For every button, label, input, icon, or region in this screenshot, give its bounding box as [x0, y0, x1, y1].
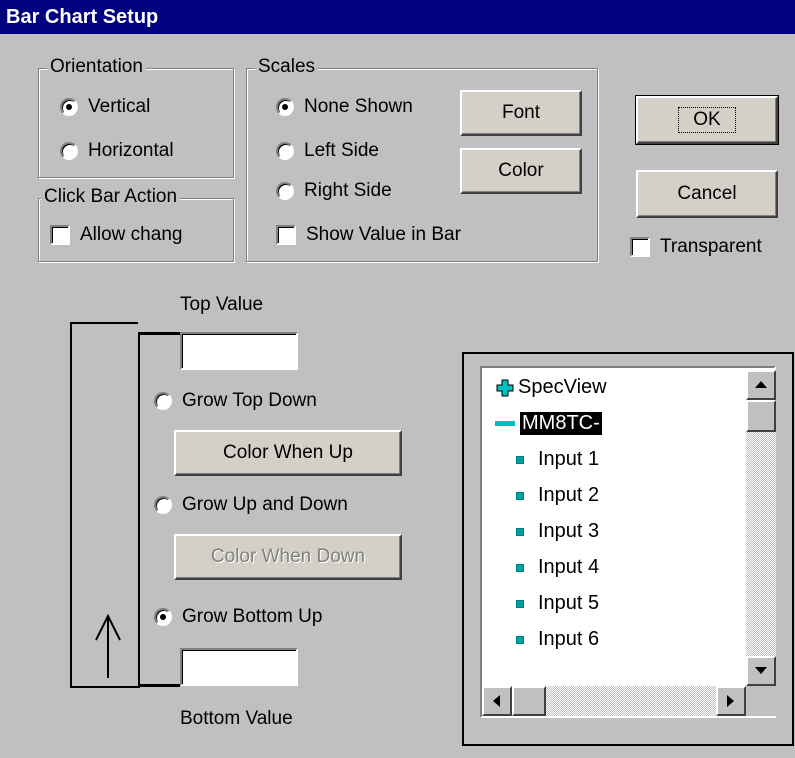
transparent-checkbox[interactable]: Transparent: [630, 236, 762, 258]
checkbox-indicator: [630, 237, 650, 257]
leaf-node-icon: [516, 527, 524, 536]
window-title: Bar Chart Setup: [6, 6, 159, 28]
scroll-left-button[interactable]: [482, 686, 512, 716]
bar-outline-left: [70, 322, 72, 688]
radio-indicator: [154, 496, 172, 514]
click-bar-action-group-label: Click Bar Action: [41, 187, 181, 207]
scales-left-side-radio[interactable]: Left Side: [276, 140, 379, 162]
window-title-bar[interactable]: Bar Chart Setup: [0, 0, 795, 34]
radio-indicator: [276, 142, 294, 160]
scroll-up-button[interactable]: [746, 370, 776, 400]
show-value-in-bar-checkbox[interactable]: Show Value in Bar: [276, 224, 461, 246]
tree-item-input[interactable]: Input 5: [512, 592, 599, 615]
tree-item-label: Input 1: [538, 448, 600, 470]
checkbox-label: Show Value in Bar: [306, 224, 461, 245]
leaf-node-icon: [516, 599, 524, 608]
tree-item-device[interactable]: MM8TC-: [494, 412, 602, 435]
scales-group-label: Scales: [255, 57, 319, 77]
tree-item-input[interactable]: Input 2: [512, 484, 599, 507]
tree-item-specview[interactable]: SpecView: [496, 376, 607, 399]
orientation-group-label: Orientation: [47, 57, 146, 77]
scales-right-side-radio[interactable]: Right Side: [276, 180, 392, 202]
orientation-vertical-radio[interactable]: Vertical: [60, 96, 150, 118]
tree-item-input[interactable]: Input 4: [512, 556, 599, 579]
orientation-horizontal-radio[interactable]: Horizontal: [60, 140, 174, 162]
grow-bottom-up-radio[interactable]: Grow Bottom Up: [154, 606, 322, 628]
tree-item-label: SpecView: [518, 376, 607, 398]
radio-label: Vertical: [88, 96, 151, 117]
radio-indicator: [154, 608, 172, 626]
vertical-scroll-thumb[interactable]: [746, 400, 776, 432]
bottom-value-connector: [138, 684, 180, 687]
radio-label: Horizontal: [88, 140, 174, 161]
radio-label: Right Side: [304, 180, 392, 201]
tree-item-label: MM8TC-: [520, 412, 602, 435]
arrow-left-icon: [493, 695, 500, 707]
leaf-node-icon: [516, 491, 524, 500]
font-button[interactable]: Font: [460, 90, 582, 136]
leaf-node-icon: [516, 635, 524, 644]
plus-icon: [496, 379, 514, 396]
grow-up-and-down-radio[interactable]: Grow Up and Down: [154, 494, 348, 516]
tree-item-label: Input 3: [538, 520, 600, 542]
tree-item-label: Input 5: [538, 592, 600, 614]
ok-button[interactable]: OK: [635, 95, 779, 145]
scrollbar-corner: [746, 686, 776, 716]
tree-item-input[interactable]: Input 6: [512, 628, 599, 651]
bottom-value-label: Bottom Value: [180, 708, 293, 729]
tree-item-label: Input 2: [538, 484, 600, 506]
color-button-label: Color: [498, 160, 544, 181]
horizontal-scroll-thumb[interactable]: [512, 686, 546, 716]
tree-item-label: Input 6: [538, 628, 600, 650]
font-button-label: Font: [501, 102, 541, 123]
color-button[interactable]: Color: [460, 148, 582, 194]
scales-none-shown-radio[interactable]: None Shown: [276, 96, 413, 118]
radio-label: Grow Up and Down: [182, 494, 348, 515]
radio-label: Left Side: [304, 140, 379, 161]
bar-outline-top: [70, 322, 138, 324]
checkbox-indicator: [50, 225, 70, 245]
allow-change-checkbox[interactable]: Allow chang: [50, 224, 228, 246]
checkbox-label: Allow chang: [80, 224, 183, 245]
arrow-right-icon: [727, 695, 734, 707]
cancel-button-label: Cancel: [677, 183, 737, 204]
bottom-value-input[interactable]: [180, 648, 298, 686]
top-value-connector: [138, 332, 180, 335]
checkbox-label: Transparent: [660, 236, 762, 257]
ok-button-label: OK: [678, 107, 736, 133]
radio-indicator: [154, 392, 172, 410]
arrow-down-icon: [755, 667, 767, 674]
radio-label: None Shown: [304, 96, 413, 117]
color-when-up-button[interactable]: Color When Up: [174, 430, 402, 476]
color-when-up-label: Color When Up: [223, 442, 353, 463]
checkbox-indicator: [276, 225, 296, 245]
tree-view[interactable]: SpecView MM8TC- Input 1 Input 2 Input 3 …: [480, 366, 776, 718]
tree-item-label: Input 4: [538, 556, 600, 578]
radio-indicator: [276, 182, 294, 200]
leaf-node-icon: [516, 563, 524, 572]
radio-indicator: [60, 98, 78, 116]
grow-direction-arrow-icon: [95, 613, 121, 678]
minus-icon: [495, 420, 515, 426]
color-when-down-label: Color When Down: [210, 546, 366, 567]
radio-indicator: [276, 98, 294, 116]
radio-label: Grow Bottom Up: [182, 606, 323, 627]
leaf-node-icon: [516, 455, 524, 464]
bar-outline-right: [138, 334, 140, 686]
grow-top-down-radio[interactable]: Grow Top Down: [154, 390, 317, 412]
top-value-input[interactable]: [180, 332, 298, 370]
scroll-right-button[interactable]: [716, 686, 746, 716]
bar-outline-bottom: [70, 686, 140, 688]
cancel-button[interactable]: Cancel: [636, 170, 778, 218]
color-when-down-button[interactable]: Color When Down: [174, 534, 402, 580]
scroll-down-button[interactable]: [746, 656, 776, 686]
radio-indicator: [60, 142, 78, 160]
arrow-up-icon: [755, 381, 767, 388]
radio-label: Grow Top Down: [182, 390, 317, 411]
top-value-label: Top Value: [180, 294, 264, 315]
tree-item-input[interactable]: Input 3: [512, 520, 599, 543]
tree-item-input[interactable]: Input 1: [512, 448, 599, 471]
